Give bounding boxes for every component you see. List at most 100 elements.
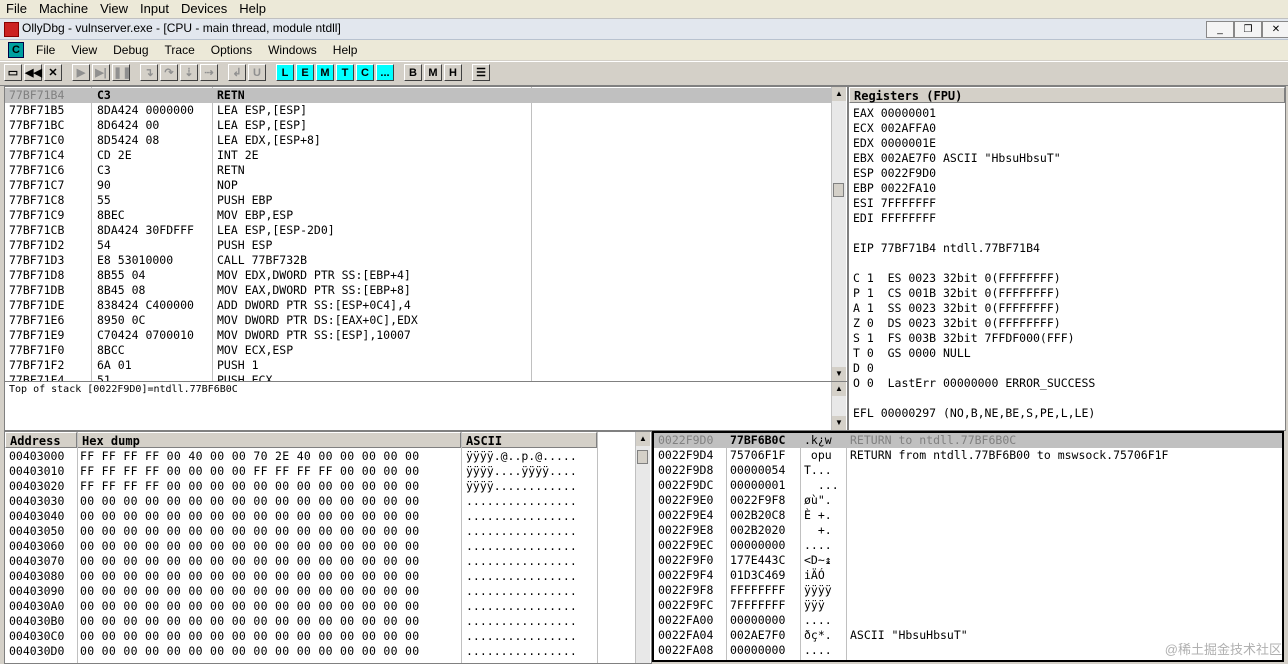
dump-ascii-header[interactable]: ASCII — [461, 432, 597, 448]
dump-address[interactable]: 004030D0 — [9, 644, 75, 659]
open-icon[interactable]: ▭ — [4, 64, 22, 81]
stack-value[interactable]: 0022F9F8 — [730, 493, 798, 508]
animate-over-icon[interactable]: ⇢ — [200, 64, 218, 81]
execute-till-return-icon[interactable]: ↲ — [228, 64, 246, 81]
stack-value[interactable]: 75706F1F — [730, 448, 798, 463]
dump-hex[interactable]: 00 00 00 00 00 00 00 00 00 00 00 00 00 0… — [80, 509, 460, 524]
stack-address[interactable]: 0022F9FC — [658, 598, 724, 613]
restore-button[interactable]: ❐ — [1234, 21, 1262, 38]
dump-address[interactable]: 00403080 — [9, 569, 75, 584]
dump-ascii[interactable]: ................ — [466, 644, 596, 659]
dump-address[interactable]: 00403070 — [9, 554, 75, 569]
dump-hex[interactable]: 00 00 00 00 00 00 00 00 00 00 00 00 00 0… — [80, 569, 460, 584]
list-icon[interactable]: ☰ — [472, 64, 490, 81]
stack-pane[interactable]: 0022F9D0 77BF6B0C .k¿w RETURN to ntdll.77BF… — [652, 431, 1284, 662]
hex-dump-pane[interactable]: Address Hex dump ASCII 00403000 FF FF FF … — [4, 431, 652, 664]
dump-hex-header[interactable]: Hex dump — [77, 432, 461, 448]
handles-window-button[interactable]: H — [444, 64, 462, 81]
dump-address[interactable]: 00403090 — [9, 584, 75, 599]
pause-icon[interactable]: ❚❚ — [112, 64, 131, 81]
dump-address[interactable]: 00403020 — [9, 479, 75, 494]
register-line[interactable]: C 1 ES 0023 32bit 0(FFFFFFFF) — [853, 271, 1281, 286]
threads-window-button[interactable]: T — [336, 64, 354, 81]
stack-address[interactable]: 0022F9D4 — [658, 448, 724, 463]
dump-address[interactable]: 004030A0 — [9, 599, 75, 614]
dump-ascii[interactable]: ................ — [466, 494, 596, 509]
animate-into-icon[interactable]: ⇣ — [180, 64, 198, 81]
stack-address[interactable]: 0022FA00 — [658, 613, 724, 628]
dump-hex[interactable]: 00 00 00 00 00 00 00 00 00 00 00 00 00 0… — [80, 584, 460, 599]
dump-ascii[interactable]: ÿÿÿÿ....ÿÿÿÿ.... — [466, 464, 596, 479]
dump-ascii[interactable]: ................ — [466, 584, 596, 599]
register-line[interactable]: EIP 77BF71B4 ntdll.77BF71B4 — [853, 241, 1281, 256]
memory-bp-button[interactable]: M — [424, 64, 442, 81]
dump-hex[interactable]: 00 00 00 00 00 00 00 00 00 00 00 00 00 0… — [80, 644, 460, 659]
register-line[interactable]: O 0 LastErr 00000000 ERROR_SUCCESS — [853, 376, 1281, 391]
dump-address[interactable]: 00403000 — [9, 449, 75, 464]
minimize-button[interactable]: _ — [1206, 21, 1234, 38]
register-line[interactable]: ESI 7FFFFFFF — [853, 196, 1281, 211]
register-line[interactable] — [853, 391, 1281, 406]
dump-hex[interactable]: 00 00 00 00 00 00 00 00 00 00 00 00 00 0… — [80, 494, 460, 509]
host-menu-file[interactable]: File — [0, 0, 33, 18]
scroll-up-icon[interactable]: ▲ — [832, 87, 846, 101]
step-into-icon[interactable]: ↴ — [140, 64, 158, 81]
dump-address[interactable]: 00403010 — [9, 464, 75, 479]
menu-view[interactable]: View — [63, 43, 105, 57]
dump-ascii[interactable]: ................ — [466, 554, 596, 569]
patches-window-button[interactable]: ... — [376, 64, 394, 81]
menu-file[interactable]: File — [28, 43, 63, 57]
rewind-icon[interactable]: ◀◀ — [24, 64, 42, 81]
dump-hex[interactable]: 00 00 00 00 00 00 00 00 00 00 00 00 00 0… — [80, 599, 460, 614]
close-process-icon[interactable]: ✕ — [44, 64, 62, 81]
stack-value[interactable]: 002AE7F0 — [730, 628, 798, 643]
menu-options[interactable]: Options — [203, 43, 260, 57]
register-line[interactable]: EAX 00000001 — [853, 106, 1281, 121]
disassembly-scrollbar[interactable]: ▲ ▼ — [831, 87, 846, 381]
dump-hex[interactable]: 00 00 00 00 00 00 00 00 00 00 00 00 00 0… — [80, 539, 460, 554]
dump-ascii[interactable]: ................ — [466, 539, 596, 554]
stack-address[interactable]: 0022F9E8 — [658, 523, 724, 538]
register-line[interactable]: D 0 — [853, 361, 1281, 376]
register-line[interactable] — [853, 256, 1281, 271]
menu-debug[interactable]: Debug — [105, 43, 156, 57]
registers-pane[interactable]: Registers (FPU) EAX 00000001 ECX 002AFFA0… — [848, 86, 1286, 431]
registers-header[interactable]: Registers (FPU) — [849, 87, 1285, 103]
cpu-window-button[interactable]: C — [356, 64, 374, 81]
register-line[interactable]: A 1 SS 0023 32bit 0(FFFFFFFF) — [853, 301, 1281, 316]
stack-address[interactable]: 0022F9D8 — [658, 463, 724, 478]
dump-ascii[interactable]: ................ — [466, 614, 596, 629]
stack-address[interactable]: 0022FA08 — [658, 643, 724, 658]
scroll-up-icon[interactable]: ▲ — [832, 382, 846, 396]
scroll-up-icon[interactable]: ▲ — [636, 432, 650, 446]
dump-address[interactable]: 004030C0 — [9, 629, 75, 644]
run-icon[interactable]: ▶ — [72, 64, 90, 81]
stack-value[interactable]: 002B20C8 — [730, 508, 798, 523]
stack-value[interactable]: 177E443C — [730, 553, 798, 568]
dump-address[interactable]: 00403050 — [9, 524, 75, 539]
register-line[interactable]: EDI FFFFFFFF — [853, 211, 1281, 226]
stack-value[interactable]: 00000000 — [730, 538, 798, 553]
dump-hex[interactable]: 00 00 00 00 00 00 00 00 00 00 00 00 00 0… — [80, 629, 460, 644]
dump-ascii[interactable]: ................ — [466, 569, 596, 584]
dump-ascii[interactable]: ................ — [466, 599, 596, 614]
register-line[interactable]: EFL 00000297 (NO,B,NE,BE,S,PE,L,LE) — [853, 406, 1281, 421]
dump-hex[interactable]: FF FF FF FF 00 40 00 00 70 2E 40 00 00 0… — [80, 449, 460, 464]
register-line[interactable]: P 1 CS 001B 32bit 0(FFFFFFFF) — [853, 286, 1281, 301]
host-menu-view[interactable]: View — [94, 0, 134, 18]
dump-hex[interactable]: 00 00 00 00 00 00 00 00 00 00 00 00 00 0… — [80, 554, 460, 569]
menu-trace[interactable]: Trace — [157, 43, 203, 57]
memory-window-button[interactable]: M — [316, 64, 334, 81]
dump-address[interactable]: 00403030 — [9, 494, 75, 509]
host-menu-devices[interactable]: Devices — [175, 0, 233, 18]
dump-ascii[interactable]: ................ — [466, 509, 596, 524]
scroll-thumb[interactable] — [637, 450, 648, 464]
dump-scrollbar[interactable]: ▲ — [635, 432, 650, 663]
stack-address[interactable]: 0022F9EC — [658, 538, 724, 553]
stack-address[interactable]: 0022F9E4 — [658, 508, 724, 523]
dump-ascii[interactable]: ÿÿÿÿ............ — [466, 479, 596, 494]
host-menu-help[interactable]: Help — [233, 0, 272, 18]
stack-address[interactable]: 0022F9F0 — [658, 553, 724, 568]
dump-hex[interactable]: FF FF FF FF 00 00 00 00 FF FF FF FF 00 0… — [80, 464, 460, 479]
step-over-icon[interactable]: ↷ — [160, 64, 178, 81]
